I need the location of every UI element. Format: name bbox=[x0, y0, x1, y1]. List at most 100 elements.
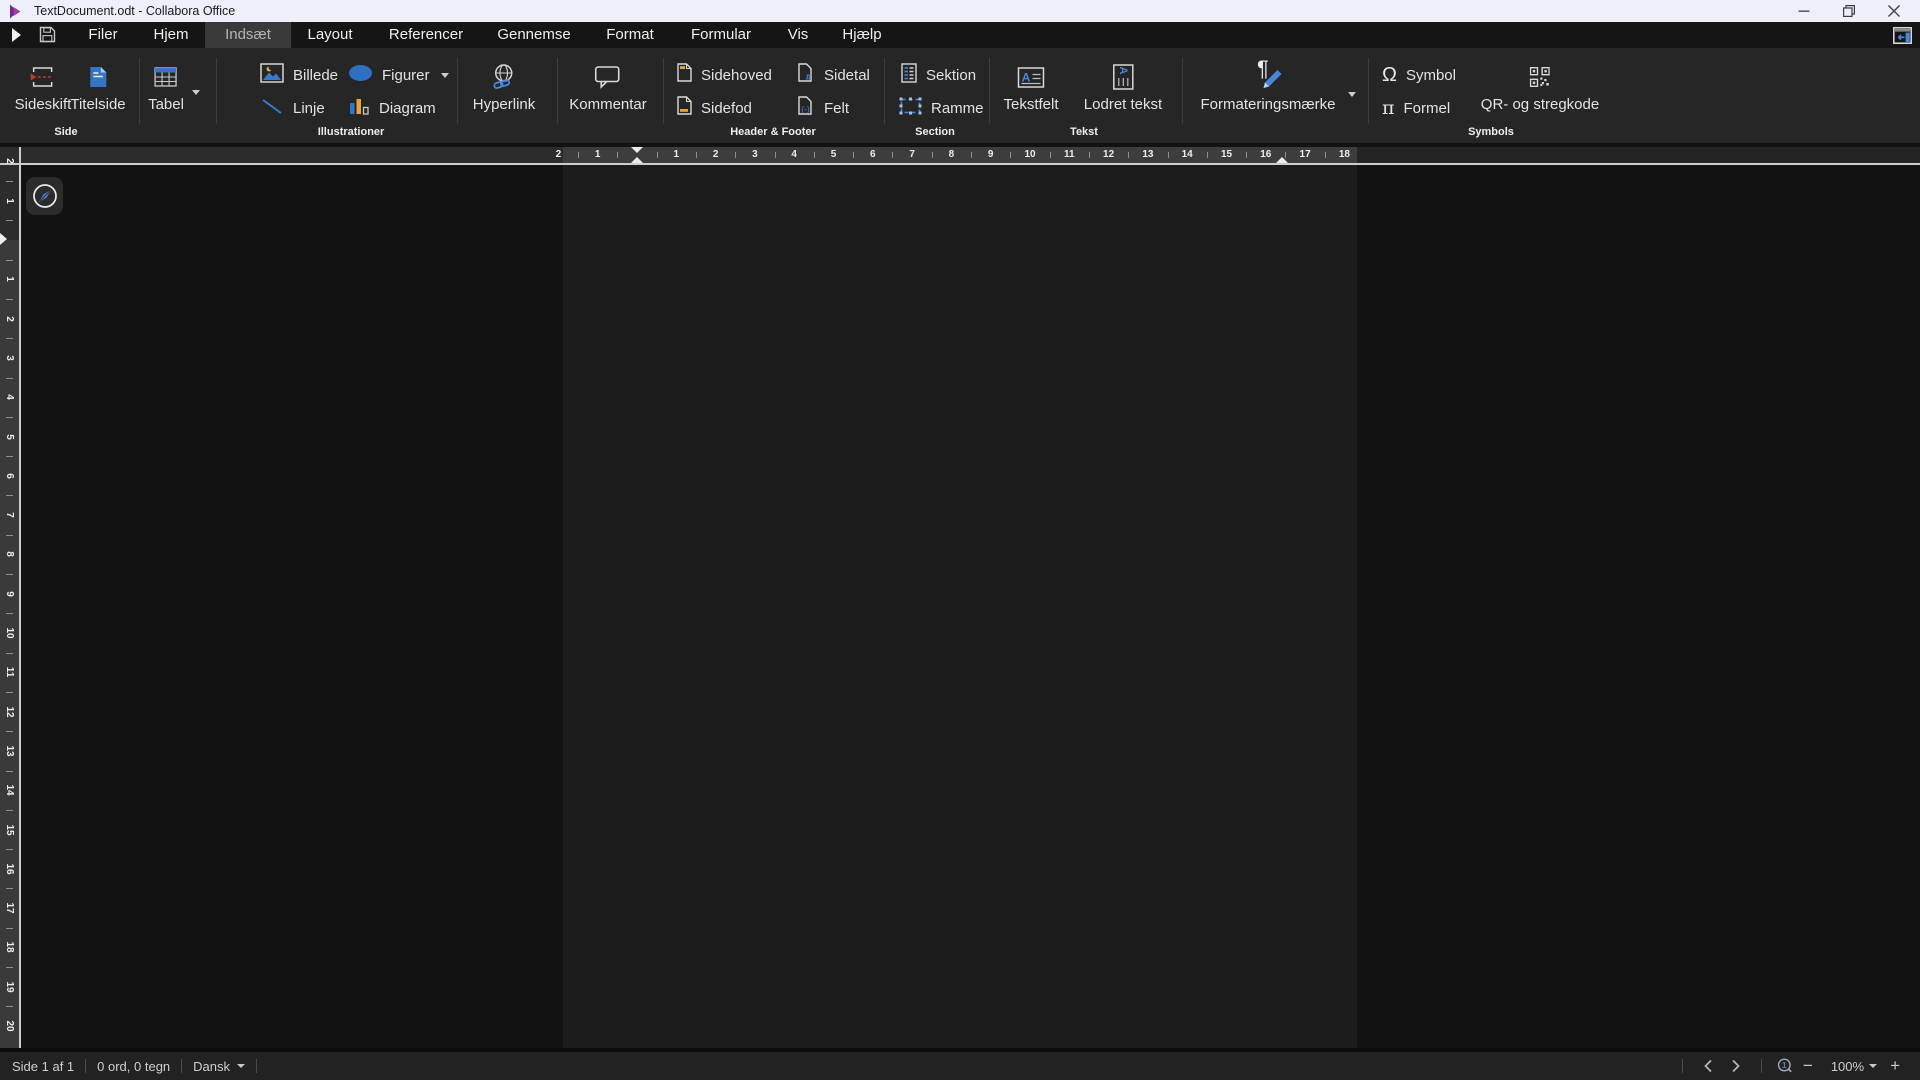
menubar: Filer Hjem Indsæt Layout Referencer Genn… bbox=[0, 22, 1920, 48]
svg-text:A: A bbox=[1116, 67, 1128, 75]
page-status[interactable]: Side 1 af 1 bbox=[12, 1059, 74, 1074]
ruler-tick bbox=[1207, 152, 1208, 158]
ruler-number: 6 bbox=[870, 149, 876, 161]
formatting-mark-dropdown-arrow-icon[interactable] bbox=[1348, 92, 1356, 97]
zoom-dropdown-arrow-icon[interactable] bbox=[1869, 1064, 1877, 1068]
save-button[interactable] bbox=[39, 26, 56, 43]
line-icon bbox=[260, 96, 284, 121]
title-page-button[interactable]: Titelside bbox=[70, 58, 125, 114]
zoom-reset-button[interactable]: 1 bbox=[1777, 1058, 1793, 1074]
insert-image-button[interactable]: Billede bbox=[260, 63, 338, 87]
field-button[interactable]: (-) Felt bbox=[798, 96, 849, 120]
ruler-tick bbox=[6, 456, 13, 457]
navigation-compass-button[interactable] bbox=[26, 177, 63, 215]
tab-layout[interactable]: Layout bbox=[307, 22, 352, 48]
ruler-number: 14 bbox=[1182, 149, 1193, 161]
ruler-tick bbox=[971, 152, 972, 158]
document-page[interactable] bbox=[563, 165, 1357, 1049]
shapes-dropdown-arrow-icon[interactable] bbox=[441, 73, 449, 78]
ruler-number: 13 bbox=[2, 744, 16, 758]
ruler-number: 18 bbox=[2, 940, 16, 954]
zoom-level[interactable]: 100% bbox=[1831, 1059, 1864, 1074]
zoom-in-button[interactable]: + bbox=[1890, 1058, 1900, 1074]
tab-gennemse[interactable]: Gennemse bbox=[497, 22, 570, 48]
previous-page-button[interactable] bbox=[1703, 1059, 1713, 1073]
tab-format[interactable]: Format bbox=[606, 22, 654, 48]
insert-formula-button[interactable]: π Formel bbox=[1382, 96, 1450, 120]
zoom-out-button[interactable]: − bbox=[1803, 1058, 1813, 1074]
section-button[interactable]: Sektion bbox=[901, 63, 976, 87]
ruler-number: 4 bbox=[791, 149, 797, 161]
close-icon bbox=[1888, 5, 1900, 17]
insert-line-button[interactable]: Linje bbox=[260, 96, 325, 120]
ruler-number: 7 bbox=[909, 149, 915, 161]
table-icon bbox=[154, 58, 177, 96]
ruler-tick bbox=[6, 535, 13, 536]
ribbon-separator bbox=[1368, 58, 1369, 124]
vertical-ruler[interactable]: 211234567891011121314151617181920 bbox=[0, 165, 19, 1049]
minimize-button[interactable] bbox=[1782, 0, 1826, 22]
horizontal-ruler-page-area bbox=[563, 147, 1357, 163]
restore-button[interactable] bbox=[1827, 0, 1871, 22]
qr-barcode-button[interactable]: QR- og stregkode bbox=[1481, 58, 1599, 114]
ribbon-separator bbox=[557, 58, 558, 124]
minimize-icon bbox=[1799, 11, 1810, 12]
language-selector[interactable]: Dansk bbox=[193, 1059, 245, 1074]
group-label-illustrationer: Illustrationer bbox=[318, 126, 385, 138]
ribbon-separator bbox=[457, 58, 458, 124]
page-number-icon: # bbox=[798, 63, 815, 87]
page-number-button[interactable]: # Sidetal bbox=[798, 63, 870, 87]
language-dropdown-arrow-icon bbox=[237, 1064, 245, 1068]
footer-button[interactable]: Sidefod bbox=[677, 96, 752, 120]
ruler-number: 17 bbox=[1300, 149, 1311, 161]
next-page-button[interactable] bbox=[1731, 1059, 1741, 1073]
tab-formular[interactable]: Formular bbox=[691, 22, 751, 48]
insert-symbol-button[interactable]: Ω Symbol bbox=[1382, 63, 1456, 87]
frame-button[interactable]: Ramme bbox=[899, 96, 984, 120]
word-count[interactable]: 0 ord, 0 tegn bbox=[97, 1059, 170, 1074]
ruler-number: 1 bbox=[2, 194, 16, 208]
hyperlink-button[interactable]: Hyperlink bbox=[473, 58, 536, 114]
ruler-number: 3 bbox=[2, 351, 16, 365]
app-menu-logo-icon[interactable] bbox=[10, 27, 23, 43]
ruler-tick bbox=[6, 928, 13, 929]
ruler-number: 10 bbox=[1024, 149, 1035, 161]
ruler-number: 14 bbox=[2, 783, 16, 797]
formatting-mark-button[interactable]: ¶ Formateringsmærke bbox=[1200, 58, 1335, 114]
right-indent-marker[interactable] bbox=[1276, 157, 1288, 163]
tab-hjem[interactable]: Hjem bbox=[153, 22, 188, 48]
text-box-button[interactable]: A Tekstfelt bbox=[1003, 58, 1058, 114]
tab-referencer[interactable]: Referencer bbox=[389, 22, 463, 48]
vertical-text-button[interactable]: A Lodret tekst bbox=[1084, 58, 1162, 114]
shapes-button[interactable]: Figurer bbox=[348, 63, 449, 87]
table-dropdown-arrow-icon[interactable] bbox=[192, 90, 200, 95]
group-label-section: Section bbox=[915, 126, 955, 138]
ruler-number: 15 bbox=[1221, 149, 1232, 161]
sidebar-toggle-button[interactable] bbox=[1893, 27, 1912, 44]
header-page-icon bbox=[677, 63, 692, 87]
horizontal-ruler[interactable]: 21123456789101112131415161718 bbox=[0, 147, 1920, 163]
ribbon-toolbar: Sideskift Titelside Side bbox=[0, 48, 1920, 143]
ruler-tick bbox=[617, 152, 618, 158]
pi-formula-icon: π bbox=[1382, 97, 1395, 119]
tab-filer[interactable]: Filer bbox=[88, 22, 117, 48]
ruler-tick bbox=[657, 152, 658, 158]
ruler-number: 12 bbox=[2, 705, 16, 719]
ruler-tick bbox=[6, 338, 13, 339]
tab-hjaelp[interactable]: Hjælp bbox=[842, 22, 881, 48]
top-indent-marker[interactable] bbox=[0, 233, 7, 245]
first-line-indent-marker[interactable] bbox=[631, 147, 643, 153]
tab-vis[interactable]: Vis bbox=[788, 22, 809, 48]
tab-indsaet[interactable]: Indsæt bbox=[205, 22, 291, 48]
insert-chart-button[interactable]: Diagram bbox=[348, 96, 436, 120]
ruler-tick bbox=[6, 417, 13, 418]
close-button[interactable] bbox=[1872, 0, 1916, 22]
header-button[interactable]: Sidehoved bbox=[677, 63, 772, 87]
comment-button[interactable]: Kommentar bbox=[569, 58, 647, 114]
table-button[interactable]: Tabel bbox=[148, 58, 184, 114]
formatting-mark-icon: ¶ bbox=[1252, 58, 1284, 96]
left-indent-marker[interactable] bbox=[631, 157, 643, 163]
statusbar-separator bbox=[256, 1059, 257, 1073]
ruler-number: 1 bbox=[674, 149, 680, 161]
page-break-button[interactable]: Sideskift bbox=[15, 58, 72, 114]
